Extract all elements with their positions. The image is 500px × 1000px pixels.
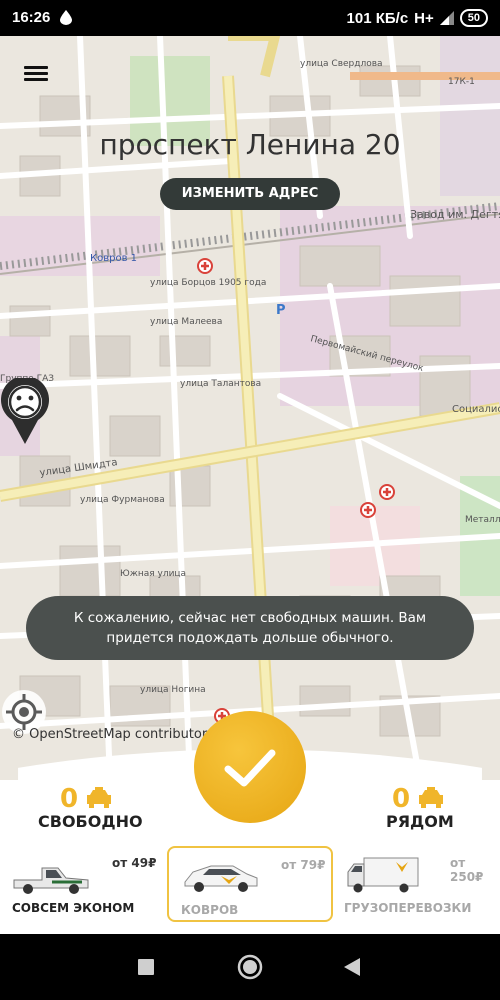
network-type: H+	[414, 9, 434, 27]
sad-face-pin-icon	[1, 378, 49, 444]
battery-icon: 50	[459, 9, 488, 27]
taxi-car-icon	[418, 787, 443, 808]
signal-icon	[439, 11, 454, 25]
free-cars-label: СВОБОДНО	[38, 812, 143, 831]
map-label-talantova: улица Талантова	[180, 379, 261, 389]
no-cars-toast: К сожалению, сейчас нет свободных машин.…	[26, 596, 474, 660]
van-icon	[347, 857, 419, 893]
nearby-cars-label: РЯДОМ	[386, 812, 454, 831]
map-label-nogina: улица Ногина	[140, 685, 206, 695]
drop-icon	[60, 10, 72, 25]
tariff-name: КОВРОВ	[181, 903, 239, 917]
tariff-price: от 79₽	[281, 858, 326, 872]
map-label-yuzhnaya: Южная улица	[120, 569, 186, 579]
map-label-17k: 17К-1	[448, 77, 475, 87]
hamburger-menu-icon[interactable]	[22, 62, 52, 86]
recents-icon[interactable]	[138, 959, 154, 975]
network-speed: 101 КБ/с	[346, 9, 409, 27]
tariff-cargo[interactable]: от 250₽ ГРУЗОПЕРЕВОЗКИ	[336, 846, 500, 922]
android-nav-bar	[0, 934, 500, 1000]
nearby-cars-counter: 0	[392, 784, 444, 814]
home-icon[interactable]	[237, 954, 263, 980]
status-right: 101 КБ/с H+ 50	[347, 9, 488, 27]
back-icon[interactable]	[344, 958, 360, 976]
tariff-kovrov[interactable]: от 79₽ КОВРОВ	[167, 846, 333, 922]
change-address-button[interactable]: ИЗМЕНИТЬ АДРЕС	[160, 178, 340, 210]
status-bar: 16:26 101 КБ/с H+ 50	[0, 0, 500, 36]
toast-line-2: придется подождать дольше обычного.	[106, 630, 394, 646]
nearby-cars-count: 0	[392, 784, 411, 814]
map-label-1905: улица Борцов 1905 года	[150, 278, 266, 288]
map-label-zavod: Завод им. Дегтярёва	[410, 208, 500, 221]
map-label-station: Ковров 1	[90, 253, 137, 264]
map-label-socialist: Социалист	[452, 404, 500, 415]
map-label-malikova: улица Малеева	[150, 317, 222, 327]
map-label-sverdlova: улица Свердлова	[300, 59, 383, 69]
map-label-furmanova: улица Фурманова	[80, 495, 165, 505]
status-time: 16:26	[12, 9, 51, 26]
address-title: проспект Ленина 20	[99, 128, 401, 161]
free-cars-count: 0	[60, 784, 79, 814]
toast-line-1: К сожалению, сейчас нет свободных машин.…	[73, 610, 427, 626]
sedan-icon	[184, 865, 258, 892]
confirm-order-button[interactable]	[194, 711, 306, 823]
pickup-truck-icon	[13, 867, 89, 894]
tariff-name: СОВСЕМ ЭКОНОМ	[12, 901, 135, 915]
map-label-metallo: Металло	[465, 515, 500, 525]
check-icon	[224, 749, 276, 787]
tariff-econom[interactable]: от 49₽ СОВСЕМ ЭКОНОМ	[0, 846, 164, 922]
free-cars-counter: 0	[60, 784, 112, 814]
tariff-price: от 49₽	[112, 856, 157, 870]
tariff-price: от 250₽	[450, 856, 484, 884]
tariff-name: ГРУЗОПЕРЕВОЗКИ	[344, 901, 472, 915]
map-label-parking: P	[276, 303, 286, 318]
taxi-car-icon	[86, 787, 111, 808]
